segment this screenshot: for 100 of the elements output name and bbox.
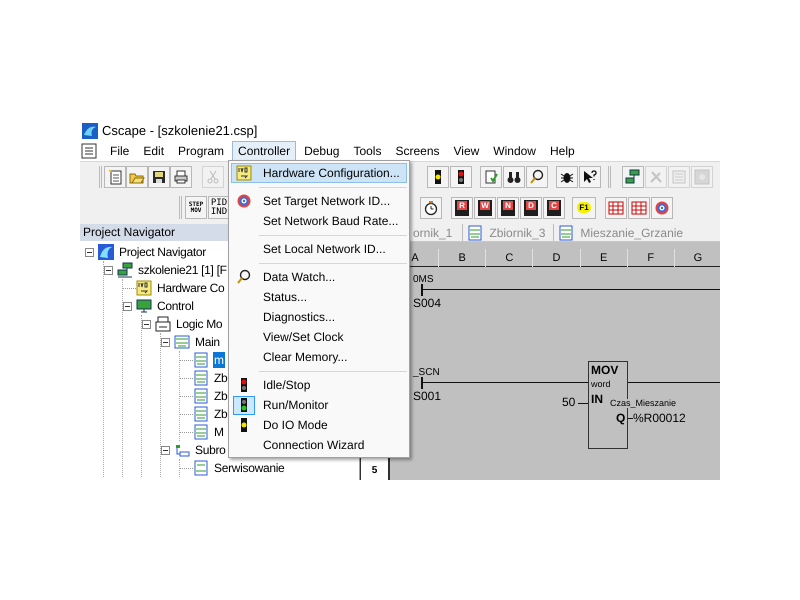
- input-value: 50: [562, 396, 576, 408]
- table-icon: [608, 200, 624, 216]
- system-menu-icon[interactable]: [81, 143, 97, 159]
- menu-item[interactable]: Edit: [137, 141, 170, 161]
- magnifier-icon: [236, 269, 252, 285]
- menu-item[interactable]: Controller: [232, 141, 296, 161]
- toolbar-button[interactable]: D: [520, 196, 542, 218]
- column-header: B: [439, 249, 486, 267]
- menu-item[interactable]: Screens: [389, 141, 446, 161]
- tree-item[interactable]: Zb: [213, 406, 228, 422]
- menu-item[interactable]: Debug: [298, 141, 346, 161]
- printer-icon: [173, 169, 189, 185]
- expand-toggle[interactable]: [123, 302, 132, 310]
- tree-item[interactable]: Hardware Co: [156, 280, 226, 296]
- toolbar-button[interactable]: W: [474, 196, 496, 218]
- menu-item[interactable]: Window: [487, 141, 542, 161]
- toolbar-button[interactable]: [148, 166, 170, 188]
- screen-icon: [694, 169, 710, 185]
- window-title: Cscape - [szkolenie21.csp]: [102, 122, 258, 140]
- toolbar-button[interactable]: [104, 166, 126, 188]
- ladder-program-icon: [193, 370, 209, 386]
- network-icon: [625, 169, 641, 185]
- expand-toggle[interactable]: [161, 338, 170, 346]
- contact-address: S004: [413, 297, 442, 309]
- toolbar-button[interactable]: [526, 166, 548, 188]
- tree-item[interactable]: Zb: [213, 370, 228, 386]
- menu-item[interactable]: Set Target Network ID...: [231, 191, 407, 211]
- tree-item[interactable]: szkolenie21 [1] [F: [137, 262, 228, 278]
- toolbar-button[interactable]: C: [543, 196, 565, 218]
- expand-toggle[interactable]: [161, 446, 170, 454]
- output-address: %R00012: [633, 412, 686, 424]
- toolbar-button[interactable]: N: [497, 196, 519, 218]
- tree-item[interactable]: M: [213, 424, 225, 440]
- toolbar-button[interactable]: [420, 196, 442, 218]
- toolbar-button[interactable]: [170, 166, 192, 188]
- ladder-program-icon: [467, 224, 484, 240]
- tree-item[interactable]: Subro: [194, 442, 227, 458]
- io-module-icon: [136, 280, 152, 296]
- menu-item[interactable]: Do IO Mode: [231, 415, 407, 435]
- tree-item[interactable]: Logic Mo: [175, 316, 224, 332]
- binoculars-icon: [506, 169, 522, 185]
- toolbar-button[interactable]: [427, 166, 449, 188]
- toolbar-button[interactable]: [450, 166, 472, 188]
- toolbar-button[interactable]: PID IND: [208, 196, 230, 219]
- toolbar-button[interactable]: R: [451, 196, 473, 218]
- module-icon: [155, 316, 171, 332]
- target-icon: [236, 193, 252, 209]
- tree-item[interactable]: Zb: [213, 388, 228, 404]
- column-header: C: [486, 249, 534, 267]
- menu-item[interactable]: Help: [544, 141, 581, 161]
- ladder-program-icon: [174, 334, 190, 350]
- menu-item[interactable]: File: [104, 141, 136, 161]
- menu-item[interactable]: Clear Memory...: [231, 347, 407, 367]
- menu-item[interactable]: View/Set Clock: [231, 327, 407, 347]
- tree-item[interactable]: Control: [156, 298, 195, 314]
- menu-item[interactable]: Run/Monitor: [231, 395, 407, 415]
- menu-item[interactable]: View: [448, 141, 486, 161]
- column-header: F: [628, 249, 675, 267]
- menu-item[interactable]: Idle/Stop: [231, 375, 407, 395]
- column-header: E: [580, 249, 628, 267]
- expand-toggle[interactable]: [85, 248, 94, 256]
- subroutine-icon: [174, 442, 190, 458]
- menu-item[interactable]: Data Watch...: [231, 267, 407, 287]
- toolbar-button[interactable]: [503, 166, 525, 188]
- document-icon: [107, 169, 123, 185]
- menu-item[interactable]: Program: [172, 141, 230, 161]
- app-icon: [82, 122, 98, 138]
- menu-item[interactable]: Diagnostics...: [231, 307, 407, 327]
- monitor-icon: [136, 298, 152, 314]
- ladder-program-icon: [558, 224, 574, 240]
- expand-toggle[interactable]: [142, 320, 151, 328]
- magnifier-icon: [529, 169, 545, 185]
- help-button[interactable]: F1: [572, 196, 596, 218]
- ladder-program-icon: [193, 352, 209, 368]
- contact-address: S001: [413, 390, 442, 402]
- contact-label: 0MS: [413, 275, 434, 285]
- block-type: word: [591, 378, 612, 390]
- toolbar-button[interactable]: [622, 166, 644, 188]
- contact-label: _SCN: [413, 368, 440, 378]
- help-pointer-icon: [582, 169, 598, 185]
- ladder-program-icon: [193, 460, 209, 476]
- block-title: MOV: [591, 362, 620, 378]
- tree-item[interactable]: Serwisowanie: [213, 460, 286, 476]
- toolbar-button[interactable]: [480, 166, 502, 188]
- menu-item[interactable]: Status...: [231, 287, 407, 307]
- tree-item[interactable]: Project Navigator: [118, 244, 207, 260]
- ladder-program-icon: [193, 388, 209, 404]
- toolbar-button[interactable]: [579, 166, 601, 188]
- panel-icon: [671, 169, 687, 185]
- network-icon: [117, 262, 133, 278]
- ladder-program-icon: [193, 406, 209, 422]
- tree-item[interactable]: Main: [194, 334, 221, 350]
- expand-toggle[interactable]: [104, 266, 113, 274]
- menu-item[interactable]: Hardware Configuration...: [231, 163, 407, 183]
- menu-item[interactable]: Tools: [347, 141, 388, 161]
- tree-item[interactable]: m: [213, 352, 225, 368]
- target-icon: [654, 200, 670, 216]
- menu-item[interactable]: Connection Wizard: [231, 435, 407, 455]
- toolbar-button[interactable]: [556, 166, 578, 188]
- stopwatch-icon: [423, 200, 439, 216]
